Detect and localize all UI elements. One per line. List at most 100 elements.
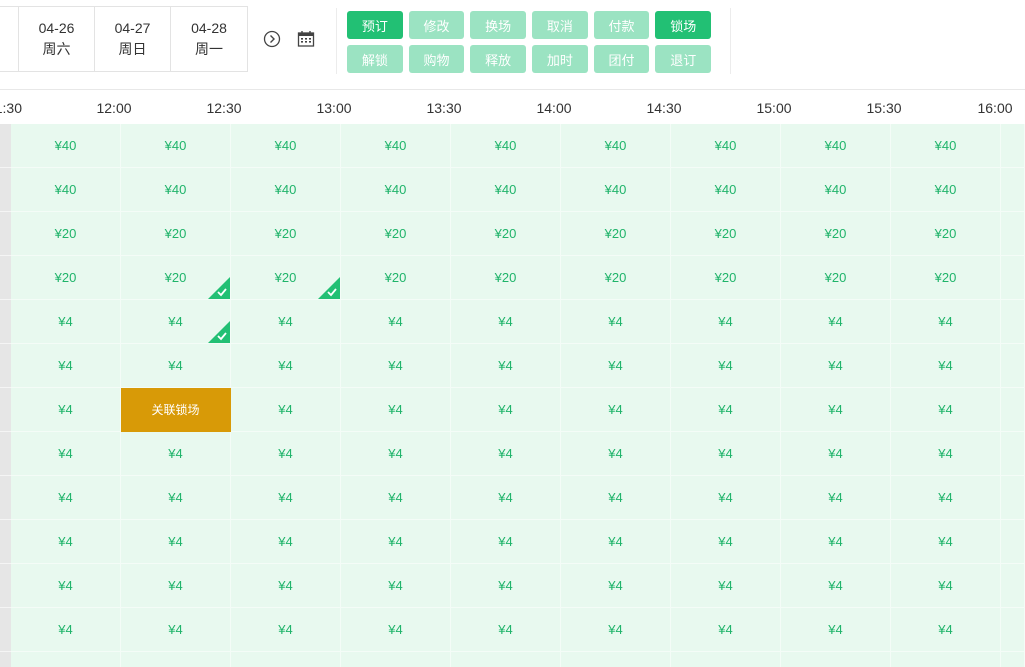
time-slot[interactable]: ¥4 [891,388,1001,432]
time-slot[interactable]: ¥4 [11,344,121,388]
time-slot[interactable]: ¥4 [451,300,561,344]
time-slot[interactable]: ¥4 [561,388,671,432]
time-slot[interactable]: ¥40 [451,168,561,212]
time-slot[interactable]: ¥4 [451,608,561,652]
action-button[interactable]: 锁场 [655,11,712,39]
time-slot[interactable]: ¥20 [561,212,671,256]
time-slot[interactable]: ¥4 [121,300,231,344]
time-slot[interactable]: ¥4 [231,300,341,344]
time-slot[interactable]: ¥4 [781,520,891,564]
time-slot[interactable]: ¥4 [781,432,891,476]
time-slot[interactable]: ¥40 [121,168,231,212]
action-button[interactable]: 团付 [593,45,650,73]
time-slot[interactable]: ¥4 [231,564,341,608]
time-slot[interactable]: ¥4 [231,388,341,432]
time-slot[interactable] [451,652,561,667]
time-slot[interactable]: ¥20 [451,256,561,300]
time-slot[interactable]: ¥4 [781,476,891,520]
time-slot[interactable] [1001,476,1025,520]
time-slot[interactable]: ¥20 [561,256,671,300]
action-button[interactable]: 释放 [470,45,527,73]
time-slot[interactable]: ¥4 [231,344,341,388]
time-slot[interactable]: ¥40 [11,168,121,212]
time-slot[interactable]: ¥4 [121,344,231,388]
time-slot[interactable]: ¥20 [11,212,121,256]
time-slot[interactable] [1001,652,1025,667]
time-slot[interactable]: ¥4 [451,564,561,608]
time-slot[interactable]: ¥4 [561,520,671,564]
time-slot[interactable]: ¥4 [781,564,891,608]
time-slot[interactable]: ¥4 [11,476,121,520]
time-slot[interactable] [1001,432,1025,476]
time-slot[interactable]: ¥4 [121,432,231,476]
action-button[interactable]: 换场 [470,11,527,39]
time-slot[interactable]: ¥4 [231,520,341,564]
time-slot[interactable]: ¥4 [561,564,671,608]
action-button[interactable]: 取消 [532,11,588,39]
calendar-icon[interactable] [296,29,316,49]
circle-arrow-right-icon[interactable] [262,29,282,49]
time-slot[interactable]: ¥4 [11,432,121,476]
time-slot[interactable]: ¥4 [451,344,561,388]
time-slot[interactable]: ¥4 [671,476,781,520]
action-button[interactable]: 购物 [408,45,465,73]
time-slot[interactable]: ¥40 [671,168,781,212]
date-cell-prev[interactable] [0,7,19,71]
time-slot[interactable] [1001,344,1025,388]
time-slot[interactable]: ¥20 [781,256,891,300]
action-button[interactable]: 加时 [532,45,588,73]
time-slot[interactable] [1001,564,1025,608]
date-cell-0428[interactable]: 04-28 周一 [171,7,247,71]
time-slot[interactable] [1001,212,1025,256]
time-slot[interactable]: ¥40 [341,124,451,168]
time-slot[interactable]: ¥4 [891,564,1001,608]
time-slot[interactable]: ¥4 [561,432,671,476]
time-slot[interactable]: ¥4 [671,300,781,344]
time-slot[interactable] [11,652,121,667]
time-slot[interactable]: ¥4 [121,476,231,520]
time-slot[interactable]: ¥20 [121,256,231,300]
time-slot[interactable] [1001,256,1025,300]
time-slot[interactable]: ¥4 [671,564,781,608]
time-slot[interactable]: ¥40 [231,168,341,212]
time-slot[interactable] [1001,300,1025,344]
time-slot[interactable]: ¥40 [231,124,341,168]
time-slot[interactable]: ¥4 [121,520,231,564]
time-slot[interactable]: ¥4 [451,476,561,520]
time-slot[interactable]: ¥4 [341,432,451,476]
time-slot[interactable]: ¥20 [231,212,341,256]
time-slot[interactable]: ¥20 [341,212,451,256]
time-slot[interactable] [561,652,671,667]
time-slot[interactable]: ¥4 [231,432,341,476]
time-slot[interactable]: ¥4 [231,476,341,520]
time-slot[interactable]: ¥20 [11,256,121,300]
time-slot[interactable]: ¥4 [671,520,781,564]
time-slot[interactable]: ¥20 [231,256,341,300]
time-slot[interactable]: ¥4 [341,476,451,520]
time-slot[interactable]: ¥40 [781,124,891,168]
time-slot[interactable]: ¥4 [781,388,891,432]
time-slot[interactable]: ¥4 [671,432,781,476]
time-slot[interactable]: ¥4 [561,300,671,344]
time-slot[interactable]: ¥40 [11,124,121,168]
time-slot[interactable]: ¥40 [451,124,561,168]
action-button[interactable]: 付款 [593,11,650,39]
time-slot[interactable]: ¥4 [341,300,451,344]
time-slot[interactable]: ¥40 [671,124,781,168]
time-slot[interactable]: ¥20 [891,256,1001,300]
time-slot[interactable] [1001,520,1025,564]
time-slot[interactable]: ¥4 [11,300,121,344]
time-slot[interactable] [671,652,781,667]
time-slot[interactable]: ¥4 [341,564,451,608]
time-slot[interactable]: ¥40 [561,168,671,212]
time-slot[interactable]: ¥4 [451,388,561,432]
time-slot[interactable] [1001,608,1025,652]
action-button[interactable]: 预订 [347,11,403,39]
time-slot[interactable]: ¥20 [451,212,561,256]
time-slot[interactable]: ¥20 [671,256,781,300]
time-slot[interactable]: ¥20 [671,212,781,256]
time-slot[interactable]: ¥4 [121,608,231,652]
time-slot[interactable]: ¥4 [891,344,1001,388]
time-slot[interactable]: ¥4 [11,564,121,608]
time-slot[interactable]: ¥4 [11,388,121,432]
